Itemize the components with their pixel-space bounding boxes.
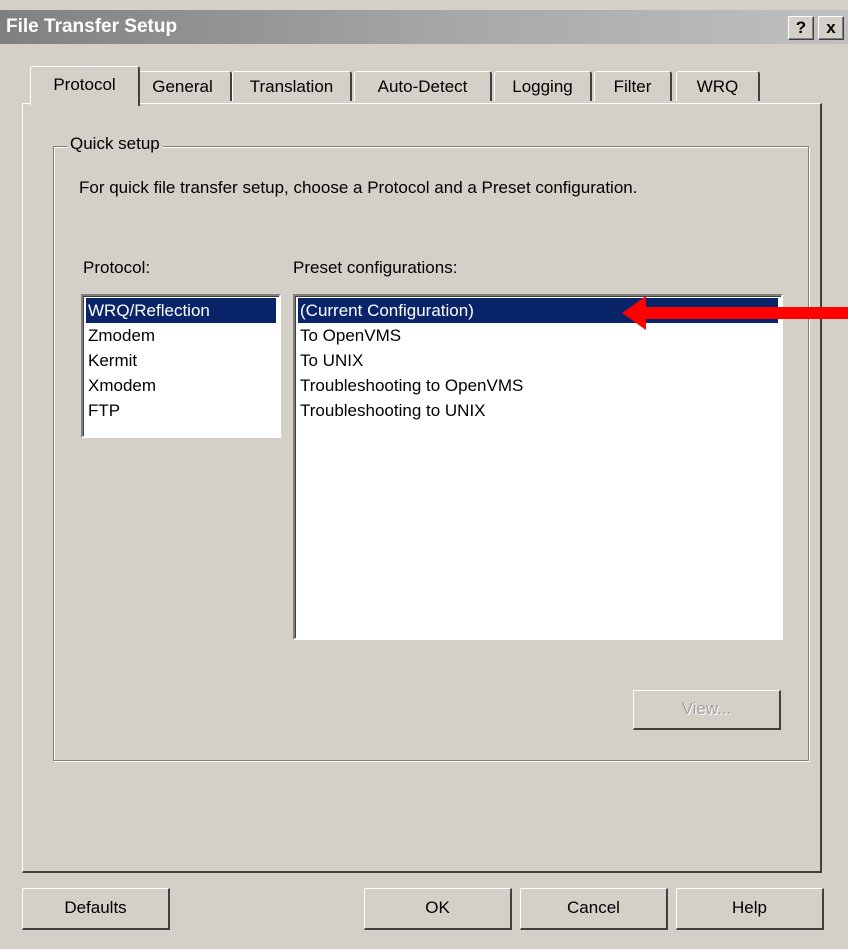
tab-translation[interactable]: Translation bbox=[232, 71, 352, 101]
quick-setup-legend: Quick setup bbox=[67, 134, 163, 154]
view-button[interactable]: View... bbox=[633, 690, 781, 730]
protocol-item-zmodem[interactable]: Zmodem bbox=[86, 323, 276, 348]
protocol-label: Protocol: bbox=[83, 258, 151, 277]
tab-wrq[interactable]: WRQ bbox=[676, 71, 760, 101]
tab-auto-detect[interactable]: Auto-Detect bbox=[354, 71, 492, 101]
preset-item-troubleshooting-unix[interactable]: Troubleshooting to UNIX bbox=[298, 398, 778, 423]
close-icon: x bbox=[826, 18, 836, 37]
tab-strip: Protocol General Translation Auto-Detect… bbox=[22, 66, 822, 106]
annotation-arrow-icon bbox=[622, 296, 848, 330]
dialog-title: File Transfer Setup bbox=[6, 16, 178, 37]
protocol-item-kermit[interactable]: Kermit bbox=[86, 348, 276, 373]
protocol-item-xmodem[interactable]: Xmodem bbox=[86, 373, 276, 398]
ok-button[interactable]: OK bbox=[364, 888, 512, 930]
title-bar[interactable]: File Transfer Setup ? x bbox=[0, 10, 848, 44]
protocol-tab-panel: Quick setup For quick file transfer setu… bbox=[22, 103, 822, 873]
quick-setup-description: For quick file transfer setup, choose a … bbox=[79, 178, 638, 197]
preset-item-to-unix[interactable]: To UNIX bbox=[298, 348, 778, 373]
preset-configurations-label: Preset configurations: bbox=[293, 258, 458, 277]
close-button[interactable]: x bbox=[818, 16, 844, 40]
protocol-item-ftp[interactable]: FTP bbox=[86, 398, 276, 423]
preset-item-troubleshooting-openvms[interactable]: Troubleshooting to OpenVMS bbox=[298, 373, 778, 398]
tab-protocol[interactable]: Protocol bbox=[30, 66, 140, 106]
help-button[interactable]: Help bbox=[676, 888, 824, 930]
defaults-button[interactable]: Defaults bbox=[22, 888, 170, 930]
help-caption-button[interactable]: ? bbox=[788, 16, 814, 40]
cancel-button[interactable]: Cancel bbox=[520, 888, 668, 930]
tab-general[interactable]: General bbox=[134, 71, 232, 101]
protocol-item-wrq-reflection[interactable]: WRQ/Reflection bbox=[86, 298, 276, 323]
tab-logging[interactable]: Logging bbox=[494, 71, 592, 101]
preset-configurations-listbox[interactable]: (Current Configuration) To OpenVMS To UN… bbox=[293, 294, 783, 640]
file-transfer-setup-dialog: File Transfer Setup ? x Protocol General… bbox=[0, 0, 848, 949]
protocol-listbox[interactable]: WRQ/Reflection Zmodem Kermit Xmodem FTP bbox=[81, 294, 281, 438]
tab-filter[interactable]: Filter bbox=[594, 71, 672, 101]
